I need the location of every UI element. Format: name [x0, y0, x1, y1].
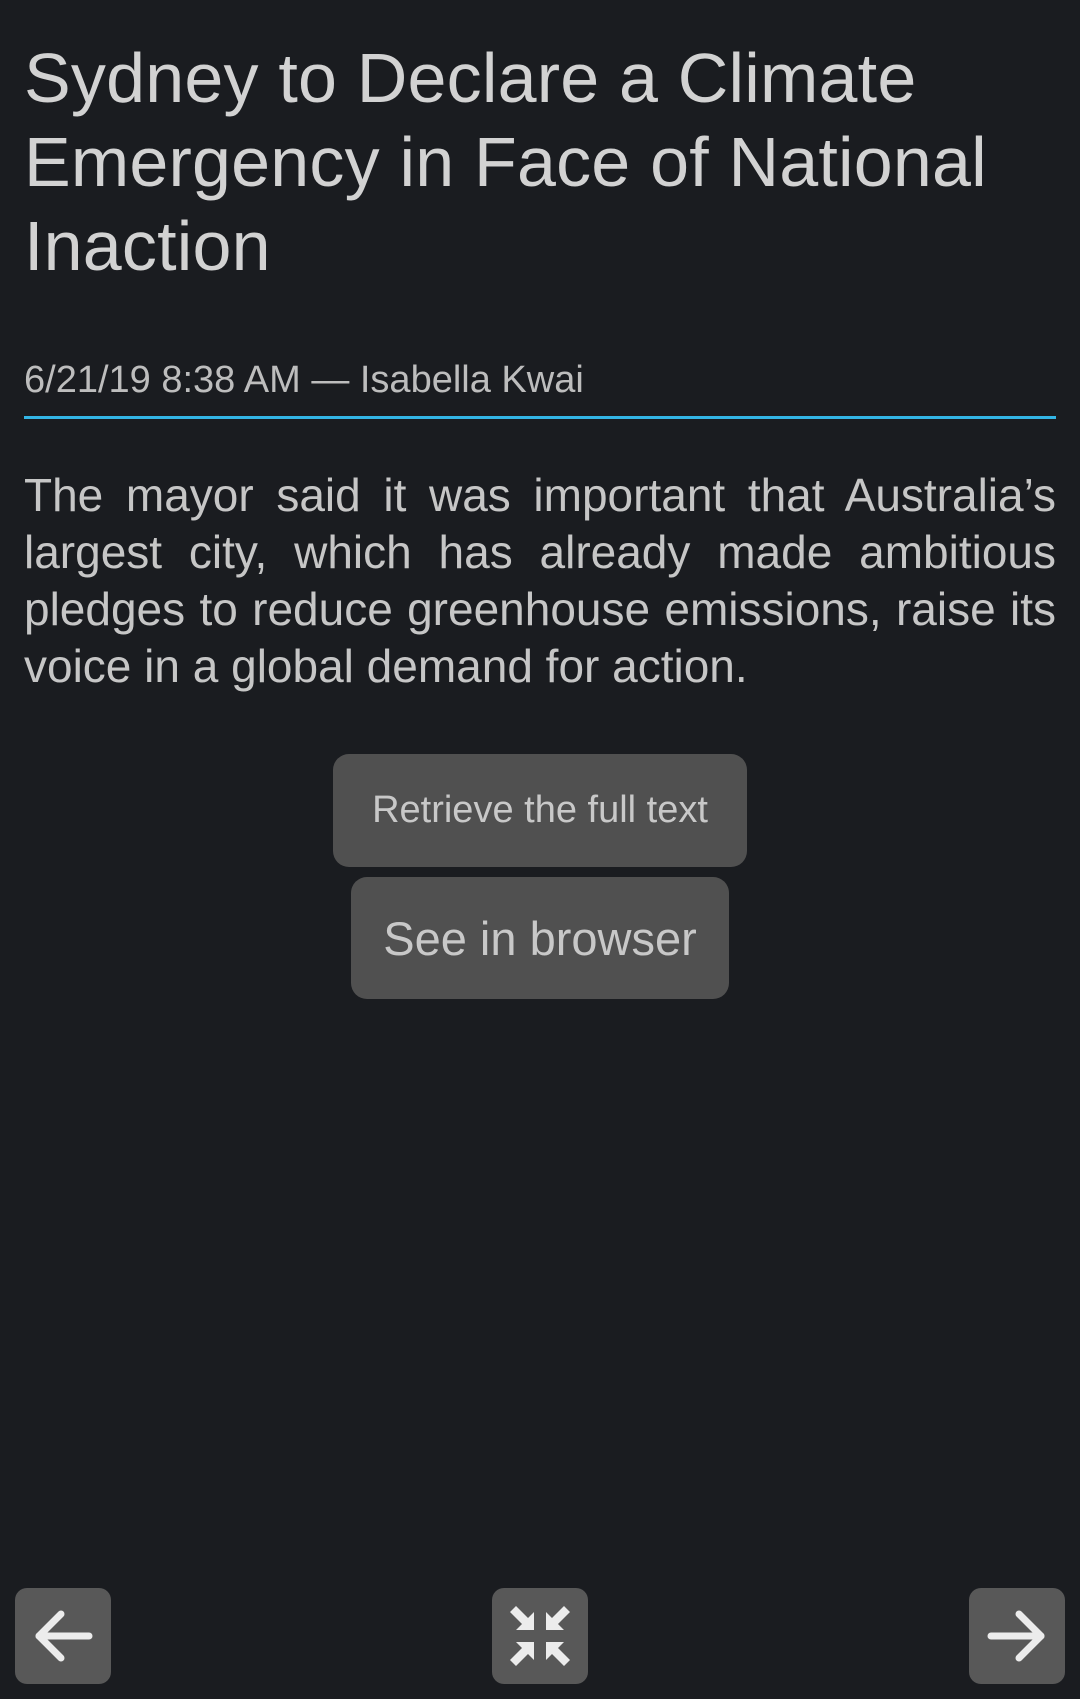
next-article-button[interactable] — [969, 1588, 1065, 1684]
collapse-icon — [510, 1606, 570, 1666]
arrow-right-icon — [987, 1610, 1045, 1662]
article-title: Sydney to Declare a Climate Emergency in… — [24, 39, 987, 285]
see-in-browser-button[interactable]: See in browser — [351, 877, 729, 999]
article-summary: The mayor said it was important that Aus… — [24, 469, 1056, 692]
article-meta: 6/21/19 8:38 AM — Isabella Kwai — [24, 358, 1056, 419]
retrieve-full-text-button[interactable]: Retrieve the full text — [333, 754, 747, 867]
article: Sydney to Declare a Climate Emergency in… — [24, 0, 1056, 695]
arrow-left-icon — [35, 1610, 93, 1662]
previous-article-button[interactable] — [15, 1588, 111, 1684]
collapse-button[interactable] — [492, 1588, 588, 1684]
